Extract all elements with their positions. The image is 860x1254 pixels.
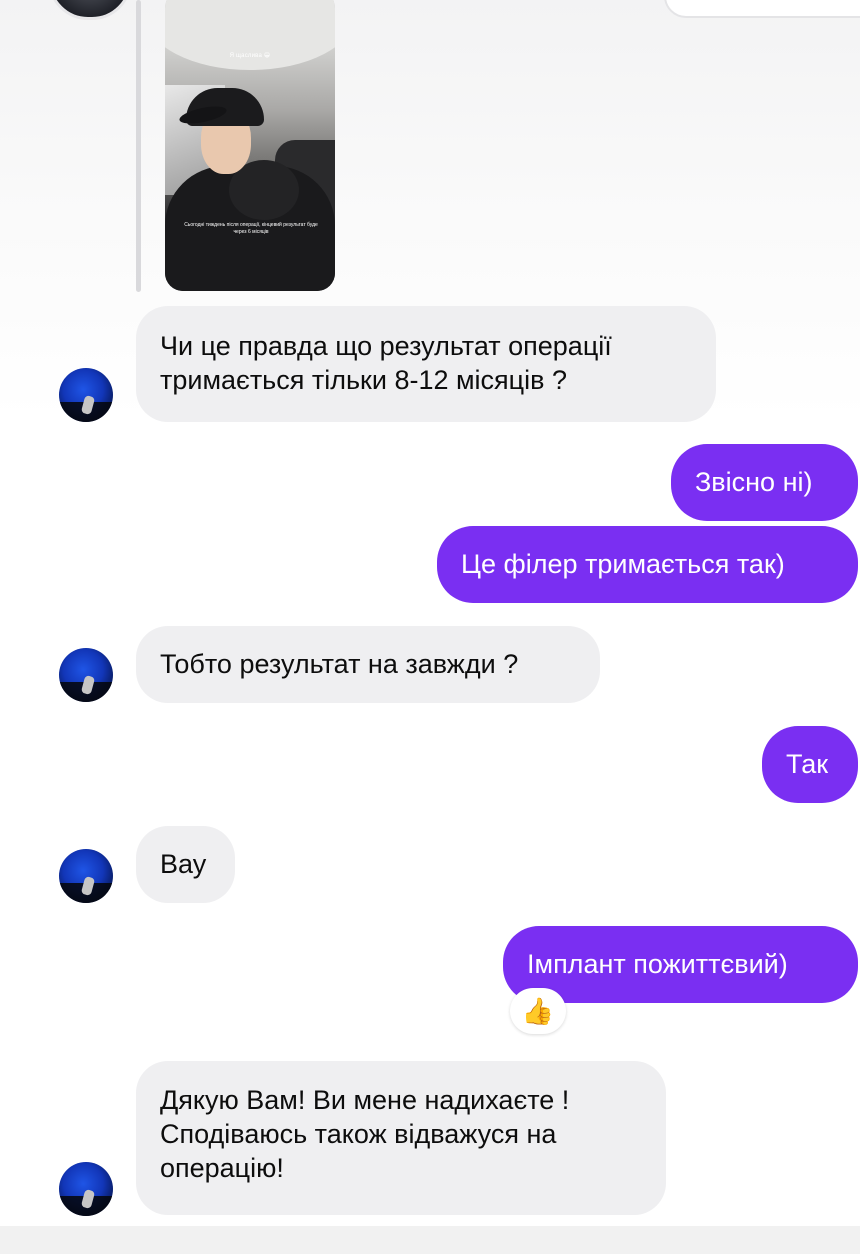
thumbs-up-icon[interactable]: 👍 [510,988,566,1034]
message-bubble-outgoing[interactable]: Це філер тримається так) [437,526,858,603]
message-bubble-outgoing[interactable]: Так [762,726,858,803]
story-caption-top: Я щаслива 😁 [229,53,271,59]
sender-avatar[interactable] [59,368,113,422]
bottom-edge [0,1226,860,1254]
story-reply-thumbnail[interactable]: Я щаслива 😁 Сьогодні тиждень після опера… [165,0,335,291]
message-text: Імплант пожиттєвий) [527,949,788,979]
header-pill[interactable] [664,0,860,18]
story-car-roof [165,0,335,70]
story-caption-bottom: Сьогодні тиждень після операції, кінцеви… [184,222,318,235]
message-text: Так [786,749,829,779]
sender-avatar[interactable] [59,648,113,702]
message-text-line: Чи це правда що результат операції [160,331,612,361]
reply-indicator-line [136,0,141,292]
chat-screen: Я щаслива 😁 Сьогодні тиждень після опера… [0,0,860,1226]
message-text-line: операцію! [160,1153,284,1183]
message-text: Звісно ні) [695,467,813,497]
message-text: Вау [160,849,207,879]
sender-avatar[interactable] [59,849,113,903]
message-bubble-incoming[interactable]: Тобто результат на завжди ? [136,626,600,703]
message-text: Тобто результат на завжди ? [160,649,519,679]
message-text: Це філер тримається так) [461,549,785,579]
message-bubble-incoming[interactable]: Вау [136,826,235,903]
message-text-line: тримається тільки 8-12 місяців ? [160,365,568,395]
header-avatar[interactable] [48,0,132,20]
message-bubble-incoming[interactable]: Чи це правда що результат операції трима… [136,306,716,422]
message-bubble-outgoing[interactable]: Звісно ні) [671,444,858,521]
message-text-line: Сподіваюсь також відважуся на [160,1119,557,1149]
sender-avatar[interactable] [59,1162,113,1216]
message-text-line: Дякую Вам! Ви мене надихаєте ! [160,1085,570,1115]
message-bubble-incoming[interactable]: Дякую Вам! Ви мене надихаєте ! Сподіваюс… [136,1061,666,1215]
